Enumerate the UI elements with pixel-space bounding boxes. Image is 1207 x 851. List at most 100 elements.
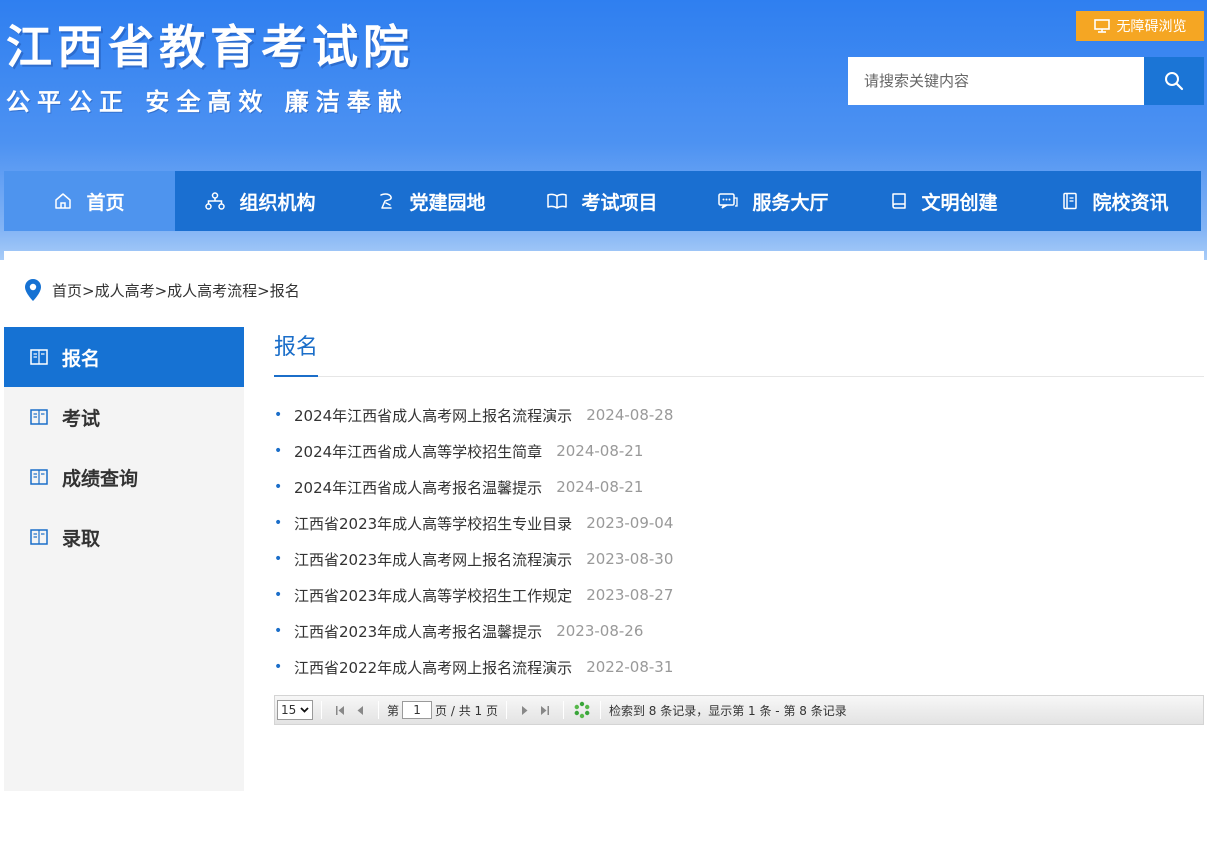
document-icon <box>30 349 48 365</box>
sidebar-item-label: 考试 <box>62 407 101 430</box>
refresh-button[interactable] <box>572 700 592 720</box>
bullet-icon: • <box>274 623 283 639</box>
separator <box>562 701 564 719</box>
list-item[interactable]: • 江西省2023年成人高等学校招生工作规定 2023-08-27 <box>274 577 1204 613</box>
page-label-suffix: 页 / 共 1 页 <box>435 703 498 718</box>
article-title[interactable]: 江西省2022年成人高考网上报名流程演示 <box>294 657 572 678</box>
chevron-down-icon <box>300 707 309 713</box>
site-slogan: 公平公正 安全高效 廉洁奉献 <box>6 88 409 116</box>
sidebar: 报名 考试 成绩查询 录取 <box>4 327 244 791</box>
prev-page-icon <box>357 705 363 715</box>
list-item[interactable]: • 江西省2022年成人高考网上报名流程演示 2022-08-31 <box>274 649 1204 685</box>
list-item[interactable]: • 江西省2023年成人高等学校招生专业目录 2023-09-04 <box>274 505 1204 541</box>
list-item[interactable]: • 2024年江西省成人高等学校招生简章 2024-08-21 <box>274 433 1204 469</box>
document-icon <box>30 409 48 425</box>
home-icon <box>55 193 72 209</box>
location-pin-icon <box>25 279 41 301</box>
accessibility-label: 无障碍浏览 <box>1116 19 1187 35</box>
article-date: 2023-08-27 <box>586 586 674 604</box>
sidebar-item-exam[interactable]: 考试 <box>4 387 244 447</box>
bullet-icon: • <box>274 587 283 603</box>
document-icon <box>30 469 48 485</box>
nav-item-exam-projects[interactable]: 考试项目 <box>517 171 688 231</box>
breadcrumb: 首页>成人高考>成人高考流程>报名 <box>24 275 300 305</box>
service-chat-icon <box>718 193 739 209</box>
list-item[interactable]: • 2024年江西省成人高考报名温馨提示 2024-08-21 <box>274 469 1204 505</box>
page-label-prefix: 第 <box>387 703 400 718</box>
main-content: 报名 • 2024年江西省成人高考网上报名流程演示 2024-08-28 • 2… <box>274 327 1204 685</box>
article-title[interactable]: 江西省2023年成人高考网上报名流程演示 <box>294 549 572 570</box>
last-page-button[interactable] <box>535 700 555 720</box>
breadcrumb-text[interactable]: 首页>成人高考>成人高考流程>报名 <box>52 280 300 301</box>
article-title[interactable]: 江西省2023年成人高等学校招生工作规定 <box>294 585 572 606</box>
page-number-input[interactable]: 1 <box>402 701 433 719</box>
refresh-icon <box>574 701 590 719</box>
sidebar-item-score-query[interactable]: 成绩查询 <box>4 447 244 507</box>
accessibility-button[interactable]: 无障碍浏览 <box>1076 11 1204 41</box>
nav-item-home[interactable]: 首页 <box>4 171 175 231</box>
nav-item-civilization[interactable]: 文明创建 <box>859 171 1030 231</box>
article-date: 2024-08-28 <box>586 406 674 424</box>
nav-label: 首页 <box>86 191 125 214</box>
open-book-icon <box>547 193 568 209</box>
site-title: 江西省教育考试院 <box>6 20 414 74</box>
nav-label: 组织机构 <box>239 191 316 214</box>
list-item[interactable]: • 江西省2023年成人高考报名温馨提示 2023-08-26 <box>274 613 1204 649</box>
search-button[interactable] <box>1144 57 1204 105</box>
page-title: 报名 <box>274 335 319 360</box>
page-size-value: 15 <box>281 703 297 717</box>
article-title[interactable]: 2024年江西省成人高等学校招生简章 <box>294 441 542 462</box>
article-date: 2023-09-04 <box>586 514 674 532</box>
content-panel: 首页>成人高考>成人高考流程>报名 报名 考试 成绩查询 录取 报名 • 202… <box>4 251 1204 791</box>
search-box <box>848 57 1204 105</box>
next-page-button[interactable] <box>515 700 535 720</box>
sidebar-item-registration[interactable]: 报名 <box>4 327 244 387</box>
separator <box>378 701 379 719</box>
sidebar-item-label: 录取 <box>62 527 101 550</box>
bullet-icon: • <box>274 659 283 675</box>
bullet-icon: • <box>274 407 283 423</box>
sidebar-item-label: 报名 <box>62 347 101 370</box>
separator <box>321 701 322 719</box>
sidebar-item-admission[interactable]: 录取 <box>4 507 244 567</box>
article-title[interactable]: 2024年江西省成人高考报名温馨提示 <box>294 477 542 498</box>
pagination-summary: 检索到 8 条记录，显示第 1 条 - 第 8 条记录 <box>608 703 847 718</box>
article-date: 2023-08-26 <box>556 622 644 640</box>
nav-item-party-building[interactable]: 党建园地 <box>346 171 517 231</box>
article-title[interactable]: 江西省2023年成人高考报名温馨提示 <box>294 621 542 642</box>
nav-label: 文明创建 <box>921 191 998 214</box>
notebook-icon <box>1063 192 1078 210</box>
article-list: • 2024年江西省成人高考网上报名流程演示 2024-08-28 • 2024… <box>274 397 1204 685</box>
nav-label: 党建园地 <box>409 191 486 214</box>
section-header: 报名 <box>274 327 1204 377</box>
list-item[interactable]: • 2024年江西省成人高考网上报名流程演示 2024-08-28 <box>274 397 1204 433</box>
last-page-icon <box>540 705 549 715</box>
list-item[interactable]: • 江西省2023年成人高考网上报名流程演示 2023-08-30 <box>274 541 1204 577</box>
book-icon <box>892 193 907 209</box>
prev-page-button[interactable] <box>350 700 370 720</box>
sidebar-item-label: 成绩查询 <box>62 467 139 490</box>
page-size-select[interactable]: 15 <box>277 700 313 720</box>
article-date: 2023-08-30 <box>586 550 674 568</box>
bullet-icon: • <box>274 443 283 459</box>
nav-item-service-hall[interactable]: 服务大厅 <box>688 171 859 231</box>
article-title[interactable]: 2024年江西省成人高考网上报名流程演示 <box>294 405 572 426</box>
site-logo[interactable]: 江西省教育考试院 公平公正 安全高效 廉洁奉献 <box>6 18 414 117</box>
separator <box>599 701 601 719</box>
bullet-icon: • <box>274 551 283 567</box>
article-title[interactable]: 江西省2023年成人高等学校招生专业目录 <box>294 513 572 534</box>
monitor-icon <box>1093 19 1110 33</box>
search-input[interactable] <box>848 57 1144 105</box>
main-nav: 首页 组织机构 党建园地 考试项目 服务大厅 文明创建 院校资讯 <box>4 171 1201 231</box>
first-page-icon <box>336 705 344 715</box>
next-page-icon <box>521 705 528 715</box>
bullet-icon: • <box>274 479 283 495</box>
org-chart-icon <box>205 192 226 210</box>
nav-item-college-news[interactable]: 院校资讯 <box>1030 171 1201 231</box>
first-page-button[interactable] <box>330 700 350 720</box>
nav-label: 院校资讯 <box>1092 191 1169 214</box>
title-underline <box>274 375 318 377</box>
nav-item-organization[interactable]: 组织机构 <box>175 171 346 231</box>
article-date: 2024-08-21 <box>556 442 644 460</box>
article-date: 2024-08-21 <box>556 478 644 496</box>
